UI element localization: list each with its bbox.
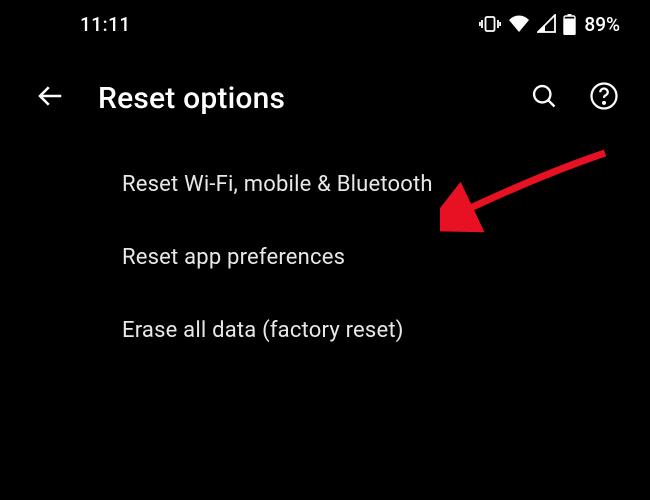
back-arrow-icon xyxy=(35,81,65,115)
status-time: 11:11 xyxy=(80,13,131,36)
cellular-signal-icon xyxy=(537,14,557,34)
search-icon xyxy=(530,82,558,114)
option-label: Reset app preferences xyxy=(122,245,345,270)
header-actions xyxy=(528,82,620,114)
status-bar: 11:11 xyxy=(0,0,650,48)
page-title: Reset options xyxy=(98,81,500,116)
options-list: Reset Wi-Fi, mobile & Bluetooth Reset ap… xyxy=(0,138,650,377)
option-reset-wifi-mobile-bluetooth[interactable]: Reset Wi-Fi, mobile & Bluetooth xyxy=(0,148,650,221)
status-right: 89% xyxy=(479,13,620,36)
battery-percent: 89% xyxy=(584,13,620,36)
option-reset-app-preferences[interactable]: Reset app preferences xyxy=(0,221,650,294)
battery-icon xyxy=(563,14,576,35)
option-label: Reset Wi-Fi, mobile & Bluetooth xyxy=(122,172,433,197)
help-button[interactable] xyxy=(588,82,620,114)
wifi-icon xyxy=(507,14,531,34)
option-label: Erase all data (factory reset) xyxy=(122,318,404,343)
vibrate-icon xyxy=(479,14,501,34)
option-erase-all-data[interactable]: Erase all data (factory reset) xyxy=(0,294,650,367)
header: Reset options xyxy=(0,48,650,138)
back-button[interactable] xyxy=(30,78,70,118)
help-icon xyxy=(589,81,619,115)
search-button[interactable] xyxy=(528,82,560,114)
